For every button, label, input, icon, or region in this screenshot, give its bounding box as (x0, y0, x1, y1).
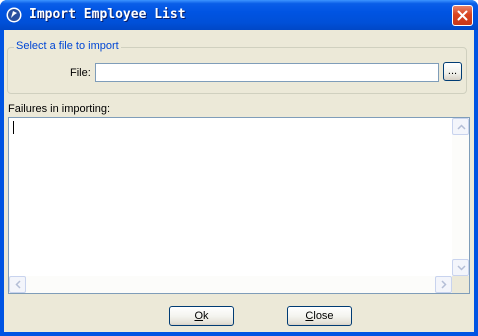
close-button[interactable]: Close (287, 306, 352, 326)
scroll-down-button[interactable] (452, 259, 469, 276)
ok-label-rest: k (203, 310, 209, 322)
file-path-input[interactable] (95, 63, 439, 82)
vertical-scrollbar[interactable] (452, 118, 469, 276)
close-label-rest: lose (313, 310, 334, 322)
dialog-body: Select a file to import File: ... Failur… (4, 30, 474, 332)
chevron-up-icon (457, 124, 466, 130)
ok-button[interactable]: Ok (169, 306, 234, 326)
scroll-right-button[interactable] (435, 276, 452, 293)
chevron-down-icon (457, 265, 466, 271)
failures-textarea[interactable] (8, 117, 470, 294)
close-window-button[interactable] (452, 5, 473, 26)
file-group-legend: Select a file to import (14, 40, 121, 53)
scroll-corner (452, 276, 469, 293)
import-employee-dialog: Import Employee List Select a file to im… (0, 0, 478, 336)
window-title: Import Employee List (29, 7, 186, 22)
chevron-right-icon (441, 280, 447, 289)
chevron-left-icon (15, 280, 21, 289)
app-logo-icon (6, 7, 22, 23)
ok-mnemonic: O (194, 310, 204, 322)
failures-label: Failures in importing: (8, 103, 111, 115)
file-label: File: (70, 67, 91, 79)
close-icon (457, 10, 468, 21)
scroll-up-button[interactable] (452, 118, 469, 135)
horizontal-scrollbar[interactable] (9, 276, 452, 293)
browse-button[interactable]: ... (443, 62, 462, 81)
title-bar[interactable]: Import Employee List (0, 0, 478, 30)
text-caret (13, 121, 14, 134)
scroll-left-button[interactable] (9, 276, 26, 293)
